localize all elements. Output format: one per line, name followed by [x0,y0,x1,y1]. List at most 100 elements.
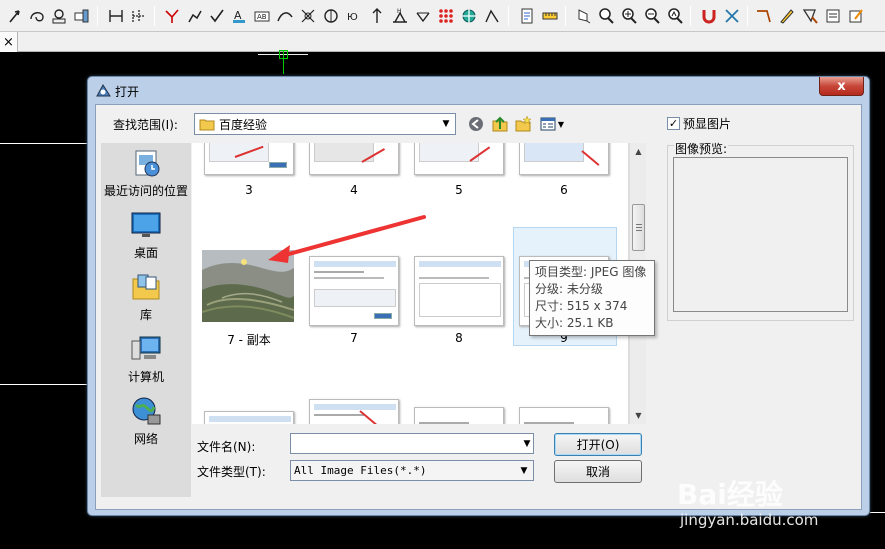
text-icon[interactable]: A [229,5,249,27]
place-desktop[interactable]: 桌面 [101,209,191,261]
file-thumbnail[interactable] [309,399,399,424]
chevron-down-icon[interactable]: ▼ [517,463,531,479]
dialog-close-button[interactable]: x [819,77,864,96]
curve-icon[interactable] [162,5,182,27]
file-name[interactable]: 6 [514,183,614,197]
up-folder-icon [492,116,508,132]
draw-line-icon[interactable] [754,5,774,27]
properties-icon[interactable] [823,5,843,27]
watermark: Bai经验 jingyan.baidu.com [677,473,877,543]
place-recent[interactable]: 最近访问的位置 [101,147,191,199]
file-thumbnail[interactable] [204,143,294,175]
desktop-icon [131,212,161,237]
lookin-label: 查找范围(I): [113,118,178,132]
symbol-icon[interactable]: Ю [344,5,364,27]
libraries-icon [132,274,160,300]
elevation-icon[interactable]: H [390,5,410,27]
scrollbar-thumb[interactable] [632,204,645,251]
chevron-down-icon[interactable]: ▼ [439,116,453,132]
folder-icon [199,119,215,131]
magnet-icon[interactable] [699,5,719,27]
file-name[interactable]: 3 [199,183,299,197]
file-thumbnail[interactable] [414,256,504,326]
file-thumbnail[interactable] [414,143,504,175]
lookin-dropdown[interactable]: 百度经验 ▼ [194,113,456,135]
zoom-out-icon[interactable] [642,5,662,27]
triangle-icon[interactable] [482,5,502,27]
file-name[interactable]: 8 [409,331,509,345]
dimension-icon[interactable] [106,5,126,27]
fence-select-icon[interactable] [27,5,47,27]
scroll-up-icon[interactable]: ▲ [630,143,647,160]
filename-input[interactable] [290,433,534,454]
crosshair-icon[interactable] [459,5,479,27]
place-label: 桌面 [133,246,158,260]
file-thumbnail[interactable] [519,143,609,175]
point-grid-icon[interactable] [436,5,456,27]
place-libraries[interactable]: 库 [101,271,191,323]
file-name[interactable]: 7 [304,331,404,345]
place-network[interactable]: 网络 [101,395,191,447]
file-thumbnail[interactable] [309,143,399,175]
edit-attributes-icon[interactable] [846,5,866,27]
tooltip-size: 大小: 25.1 KB [535,316,614,330]
dialog-titlebar[interactable]: 打开 x [88,77,869,103]
filetype-dropdown[interactable]: All Image Files(*.*) ▼ [290,460,534,481]
chevron-down-icon[interactable]: ▼ [520,435,534,452]
check-icon[interactable] [207,5,227,27]
edit-shape-icon[interactable] [800,5,820,27]
scroll-down-icon[interactable]: ▼ [630,407,647,424]
svg-text:H: H [397,8,402,15]
file-thumbnail[interactable] [519,407,609,424]
filetype-value: All Image Files(*.*) [294,464,427,477]
open-file-dialog: 打开 x 查找范围(I): 百度经验 ▼ ▼ 最近访问的位置 桌面 库 计算机 … [87,76,870,516]
landscape-photo-icon [202,250,294,322]
zoom-in-icon[interactable] [619,5,639,27]
view-menu-icon [540,117,556,131]
layers-icon[interactable] [71,5,91,27]
photo-thumbnail[interactable] [202,250,294,322]
file-thumbnail[interactable] [204,411,294,424]
file-name[interactable]: 7 - 副本 [199,331,299,348]
zoom-refresh-icon[interactable] [665,5,685,27]
file-name[interactable]: 4 [304,183,404,197]
preview-checkbox-label: 预显图片 [683,117,732,131]
up-folder-button[interactable] [490,114,510,134]
grid-dimension-icon[interactable] [129,5,149,27]
line-icon[interactable] [275,5,295,27]
rotate-icon[interactable] [321,5,341,27]
ruler-icon[interactable] [540,5,560,27]
file-name[interactable]: 5 [409,183,509,197]
transform-icon[interactable] [298,5,318,27]
dialog-body: 查找范围(I): 百度经验 ▼ ▼ 最近访问的位置 桌面 库 计算机 网络 3 … [95,104,862,510]
spline-icon[interactable] [185,5,205,27]
edit-pencil-icon[interactable] [777,5,797,27]
cancel-button[interactable]: 取消 [554,460,642,483]
checkbox-check-icon[interactable]: ✓ [667,117,680,130]
back-arrow-icon [469,117,483,131]
select-arrow-icon[interactable] [5,5,25,27]
zoom-icon[interactable] [596,5,616,27]
label-icon[interactable]: AB [252,5,272,27]
height-icon[interactable] [367,5,387,27]
file-thumbnail[interactable] [414,407,504,424]
survey-point-icon[interactable] [413,5,433,27]
app-icon [96,84,111,97]
document-tabs: × [0,32,885,52]
place-computer[interactable]: 计算机 [101,333,191,385]
snap-icon[interactable] [722,5,742,27]
new-folder-button[interactable] [513,114,533,134]
back-button[interactable] [466,114,486,134]
preview-checkbox[interactable]: ✓ 预显图片 [667,115,731,132]
place-label: 库 [139,308,152,322]
tooltip-type: 项目类型: JPEG 图像 [535,265,647,279]
notepad-icon[interactable] [517,5,537,27]
pan-icon[interactable] [573,5,593,27]
dialog-title: 打开 [115,85,140,99]
canvas-line [0,143,88,144]
user-select-icon[interactable] [49,5,69,27]
view-menu-button[interactable]: ▼ [538,114,566,134]
open-button[interactable]: 打开(O) [554,433,642,456]
tab-close-button[interactable]: × [0,32,18,52]
file-thumbnail[interactable] [309,256,399,326]
